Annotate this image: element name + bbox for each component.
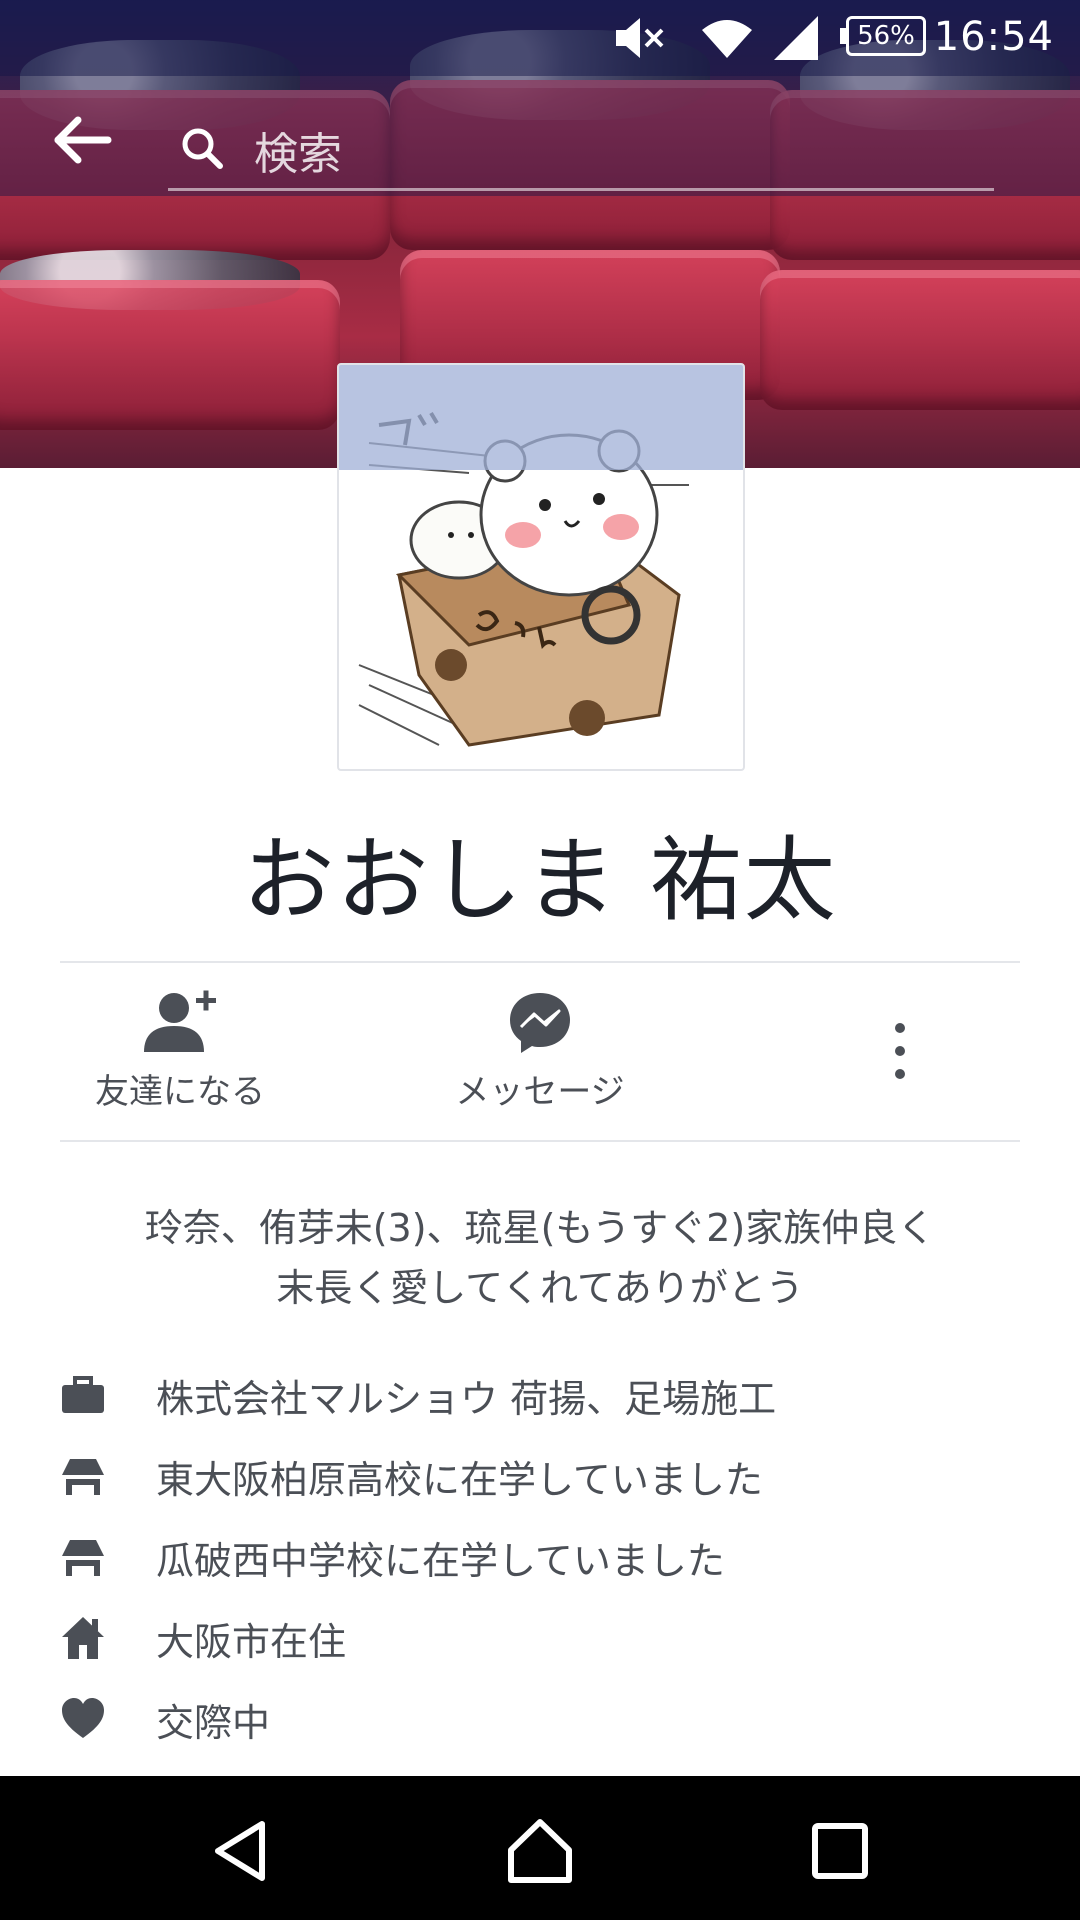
school-icon <box>62 1459 104 1495</box>
info-residence-text: 大阪市在住 <box>156 1620 347 1664</box>
info-middle-school-text: 瓜破西中学校に在学していました <box>156 1539 725 1583</box>
divider-top <box>60 961 1020 963</box>
info-high-school[interactable]: 東大阪柏原高校に在学していました <box>0 1445 1080 1505</box>
more-options-icon[interactable] <box>880 1018 920 1084</box>
school-icon <box>62 1540 104 1576</box>
clock: 16:54 <box>933 14 1054 60</box>
info-work-text: 株式会社マルショウ 荷揚、足場施工 <box>156 1377 777 1421</box>
tray-decoration <box>760 270 1080 410</box>
search-icon <box>182 128 223 169</box>
add-friend-button[interactable]: 友達になる <box>70 990 290 1130</box>
battery-indicator: 56% <box>846 16 926 56</box>
nav-back-icon[interactable] <box>206 1816 276 1886</box>
battery-tip <box>840 28 846 44</box>
search-input[interactable]: 検索 <box>254 118 342 182</box>
search-underline <box>168 188 994 191</box>
profile-picture[interactable] <box>337 363 745 771</box>
info-middle-school[interactable]: 瓜破西中学校に在学していました <box>0 1526 1080 1586</box>
message-button[interactable]: メッセージ <box>430 990 650 1130</box>
heart-icon <box>62 1698 104 1738</box>
back-arrow-icon[interactable] <box>52 116 112 164</box>
info-relationship-text: 交際中 <box>156 1701 271 1745</box>
nav-recents-icon[interactable] <box>805 1816 875 1886</box>
mute-icon <box>616 18 664 58</box>
search-bar: 検索 <box>0 76 1080 196</box>
tray-decoration <box>0 280 340 430</box>
home-icon <box>62 1617 104 1659</box>
briefcase-icon <box>62 1376 104 1413</box>
info-high-school-text: 東大阪柏原高校に在学していました <box>156 1458 763 1502</box>
bio-text: 玲奈、侑芽未(3)、琉星(もうすぐ2)家族仲良く 末長く愛してくれてありがとう <box>80 1198 1000 1318</box>
profile-name: おおしま 祐太 <box>242 827 838 934</box>
add-friend-label: 友達になる <box>95 1072 265 1112</box>
info-relationship[interactable]: 交際中 <box>0 1688 1080 1748</box>
info-work[interactable]: 株式会社マルショウ 荷揚、足場施工 <box>0 1364 1080 1424</box>
divider-bottom <box>60 1140 1020 1142</box>
battery-level: 56% <box>857 21 915 51</box>
nav-home-icon[interactable] <box>505 1816 575 1886</box>
status-bar: 56% 16:54 <box>0 0 1080 76</box>
cover-overlap-tint <box>339 365 743 470</box>
system-nav-bar <box>0 1776 1080 1920</box>
signal-icon <box>774 16 818 60</box>
bio-line: 玲奈、侑芽未(3)、琉星(もうすぐ2)家族仲良く <box>144 1206 936 1250</box>
messenger-icon <box>510 993 570 1053</box>
message-label: メッセージ <box>455 1072 625 1112</box>
bio-line: 末長く愛してくれてありがとう <box>276 1266 804 1310</box>
info-residence[interactable]: 大阪市在住 <box>0 1607 1080 1667</box>
add-friend-icon <box>144 990 216 1052</box>
wifi-icon <box>702 20 752 58</box>
